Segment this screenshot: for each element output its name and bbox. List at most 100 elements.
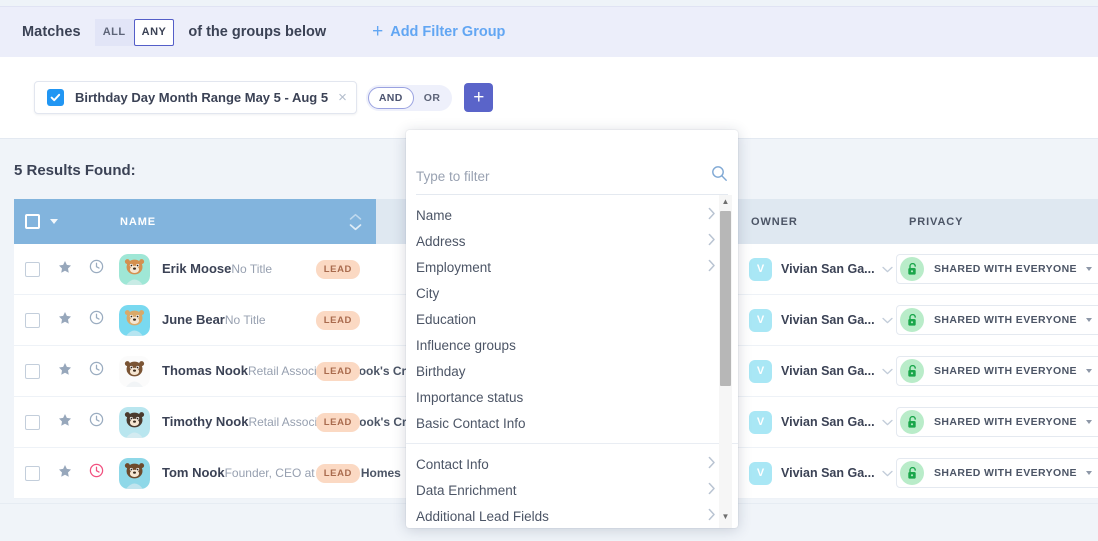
- privacy-dropdown-button[interactable]: SHARED WITH EVERYONE: [896, 254, 1098, 284]
- chevron-right-icon: [708, 259, 716, 275]
- or-option[interactable]: OR: [414, 87, 451, 109]
- privacy-dropdown-button[interactable]: SHARED WITH EVERYONE: [896, 458, 1098, 488]
- owner-name: Vivian San Ga...: [781, 364, 875, 378]
- avatar: [119, 406, 150, 438]
- chevron-down-icon[interactable]: [881, 413, 893, 431]
- contact-name[interactable]: Erik Moose: [162, 261, 231, 276]
- dropdown-item[interactable]: Data Enrichment: [406, 477, 738, 503]
- contact-name[interactable]: Timothy Nook: [162, 414, 248, 429]
- chevron-right-icon: [708, 482, 716, 498]
- avatar: [119, 457, 150, 489]
- dropdown-scrollbar[interactable]: ▲ ▼: [719, 195, 732, 528]
- contact-name[interactable]: Thomas Nook: [162, 363, 248, 378]
- select-all-checkbox[interactable]: [25, 214, 40, 229]
- unlock-icon: [900, 461, 924, 485]
- chevron-down-icon[interactable]: [50, 219, 58, 224]
- star-icon[interactable]: [58, 464, 72, 483]
- avatar: [119, 253, 150, 285]
- chevron-right-icon: [708, 233, 716, 249]
- contact-name[interactable]: June Bear: [162, 312, 225, 327]
- sort-toggle-icon[interactable]: [349, 213, 362, 230]
- cell-owner: V Vivian San Ga...: [738, 461, 896, 485]
- column-header-owner[interactable]: OWNER: [740, 199, 898, 244]
- cell-name: June BearNo Title LEAD: [14, 304, 376, 336]
- unlock-icon: [900, 308, 924, 332]
- privacy-label: SHARED WITH EVERYONE: [934, 365, 1077, 377]
- dropdown-item[interactable]: City: [406, 280, 738, 306]
- status-badge: LEAD: [315, 259, 360, 279]
- dropdown-list: Name Address Employment City Education Influe…: [406, 195, 738, 528]
- contact-identity: Erik MooseNo Title: [162, 260, 272, 278]
- dropdown-item-label: Education: [416, 311, 477, 327]
- add-filter-button[interactable]: +: [464, 83, 494, 112]
- owner-avatar: V: [749, 257, 772, 281]
- dropdown-item[interactable]: Importance status: [406, 384, 738, 410]
- dropdown-item[interactable]: Birthday: [406, 358, 738, 384]
- star-icon[interactable]: [58, 311, 72, 330]
- and-or-toggle[interactable]: AND OR: [365, 84, 453, 111]
- row-checkbox[interactable]: [25, 312, 40, 328]
- filter-header-bar: Matches ALL ANY of the groups below + Ad…: [0, 6, 1098, 57]
- cell-owner: V Vivian San Ga...: [738, 359, 896, 383]
- dropdown-item[interactable]: Basic Contact Info: [406, 410, 738, 436]
- dropdown-item[interactable]: Address: [406, 228, 738, 254]
- cell-name: Tom NookFounder, CEO at Nook's HomesLEAD: [14, 457, 401, 489]
- clock-icon[interactable]: [89, 412, 104, 432]
- clock-icon[interactable]: [89, 463, 104, 483]
- unlock-icon: [900, 257, 924, 281]
- chevron-down-icon[interactable]: [881, 311, 893, 329]
- scroll-up-arrow-icon[interactable]: ▲: [722, 195, 730, 209]
- scrollbar-thumb[interactable]: [720, 211, 731, 386]
- dropdown-item[interactable]: Name: [406, 202, 738, 228]
- cell-name: Erik MooseNo Title LEAD: [14, 253, 376, 285]
- clock-icon[interactable]: [89, 361, 104, 381]
- clock-icon[interactable]: [89, 310, 104, 330]
- star-icon[interactable]: [58, 413, 72, 432]
- and-option[interactable]: AND: [367, 86, 414, 109]
- contact-title: No Title: [231, 262, 273, 276]
- dropdown-item[interactable]: Contact Info: [406, 451, 738, 477]
- column-header-name[interactable]: NAME: [14, 199, 376, 244]
- cell-name: Timothy NookRetail Associate at Nook's C…: [14, 406, 425, 438]
- dropdown-item[interactable]: Additional Lead Fields: [406, 503, 738, 528]
- status-badge: LEAD: [315, 412, 360, 432]
- column-header-privacy[interactable]: PRIVACY: [898, 199, 1098, 244]
- chevron-down-icon[interactable]: [881, 260, 893, 278]
- status-badge: LEAD: [315, 361, 360, 381]
- star-icon[interactable]: [58, 362, 72, 381]
- dropdown-item-label: Data Enrichment: [416, 482, 517, 498]
- scroll-down-arrow-icon[interactable]: ▼: [722, 510, 730, 524]
- dropdown-group-secondary: Contact Info Data Enrichment Additional Le…: [406, 451, 738, 528]
- add-filter-group-button[interactable]: + Add Filter Group: [372, 22, 505, 41]
- close-icon[interactable]: ×: [338, 90, 347, 105]
- row-checkbox[interactable]: [25, 414, 40, 430]
- privacy-dropdown-button[interactable]: SHARED WITH EVERYONE: [896, 305, 1098, 335]
- row-checkbox[interactable]: [25, 465, 40, 481]
- privacy-label: SHARED WITH EVERYONE: [934, 416, 1077, 428]
- dropdown-item[interactable]: Employment: [406, 254, 738, 280]
- row-checkbox[interactable]: [25, 363, 40, 379]
- dropdown-search-row[interactable]: [416, 158, 728, 195]
- dropdown-item[interactable]: Influence groups: [406, 332, 738, 358]
- chevron-down-icon[interactable]: [881, 362, 893, 380]
- cell-owner: V Vivian San Ga...: [738, 257, 896, 281]
- clock-icon[interactable]: [89, 259, 104, 279]
- privacy-dropdown-button[interactable]: SHARED WITH EVERYONE: [896, 407, 1098, 437]
- checkbox-icon[interactable]: [47, 89, 64, 106]
- match-mode-segmented-control[interactable]: ALL ANY: [94, 18, 175, 46]
- row-checkbox[interactable]: [25, 261, 40, 277]
- search-input[interactable]: [416, 168, 711, 184]
- avatar: [119, 355, 150, 387]
- star-icon[interactable]: [58, 260, 72, 279]
- filter-group-row: Birthday Day Month Range May 5 - Aug 5 ×…: [0, 57, 1098, 138]
- dropdown-item[interactable]: Education: [406, 306, 738, 332]
- search-icon[interactable]: [711, 165, 728, 187]
- match-any-option[interactable]: ANY: [133, 18, 175, 46]
- privacy-dropdown-button[interactable]: SHARED WITH EVERYONE: [896, 356, 1098, 386]
- filter-chip[interactable]: Birthday Day Month Range May 5 - Aug 5 ×: [34, 81, 357, 114]
- match-all-option[interactable]: ALL: [94, 18, 134, 46]
- dropdown-group-primary: Name Address Employment City Education Influe…: [406, 202, 738, 436]
- contact-name[interactable]: Tom Nook: [162, 465, 225, 480]
- chevron-down-icon[interactable]: [881, 464, 893, 482]
- contact-title: Founder, CEO at Nook's Homes: [224, 466, 401, 480]
